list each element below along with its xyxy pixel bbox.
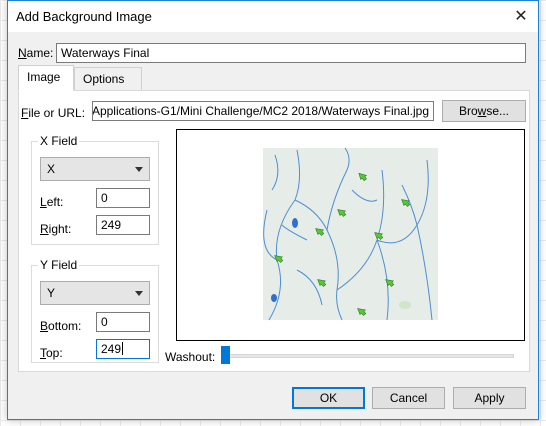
y-field-group: Y Field Y Bottom: 0 Top: 249 (31, 258, 159, 363)
chevron-down-icon (135, 291, 143, 296)
y-field-select[interactable]: Y (40, 281, 150, 305)
chevron-down-icon (135, 167, 143, 172)
map-land (263, 148, 438, 320)
left-label: Left: (40, 195, 64, 209)
x-field-select[interactable]: X (40, 157, 150, 181)
washout-label: Washout: (165, 350, 216, 364)
ok-button[interactable]: OK (292, 387, 365, 409)
close-icon[interactable]: ✕ (504, 1, 538, 32)
left-input[interactable]: 0 (96, 188, 150, 208)
cancel-button[interactable]: Cancel (372, 387, 445, 409)
bottom-input[interactable]: 0 (96, 312, 150, 332)
text-caret (122, 342, 124, 355)
right-input[interactable]: 249 (96, 215, 150, 235)
tab-options[interactable]: Options (74, 67, 142, 91)
add-background-image-dialog: Add Background Image ✕ Name: Waterways F… (7, 0, 539, 420)
image-preview (176, 129, 525, 341)
park-shape (399, 301, 411, 309)
file-url-input[interactable]: ics and Applications-G1/Mini Challenge/M… (92, 101, 434, 121)
x-field-group: X Field X Left: 0 Right: 249 (31, 134, 159, 245)
right-label: Right: (40, 222, 72, 236)
lake-shape (271, 294, 277, 302)
browse-button[interactable]: Browse... (442, 100, 526, 122)
map-thumbnail (263, 147, 438, 321)
bottom-label: Bottom: (40, 319, 82, 333)
name-label: Name: (18, 46, 54, 60)
top-input[interactable]: 249 (96, 339, 150, 359)
dialog-title: Add Background Image (16, 9, 152, 24)
y-field-title: Y Field (38, 258, 80, 272)
tab-image[interactable]: Image (18, 65, 74, 91)
image-tab-panel: File or URL: ics and Applications-G1/Min… (18, 90, 530, 372)
file-url-label: File or URL: (21, 106, 86, 120)
lake-shape (292, 218, 298, 228)
apply-button[interactable]: Apply (453, 387, 526, 409)
x-field-title: X Field (38, 134, 80, 148)
top-label: Top: (40, 346, 63, 360)
washout-slider-thumb[interactable] (221, 346, 230, 364)
title-bar: Add Background Image ✕ (8, 1, 538, 32)
name-input[interactable]: Waterways Final (56, 43, 526, 63)
washout-slider-track[interactable] (222, 354, 514, 358)
